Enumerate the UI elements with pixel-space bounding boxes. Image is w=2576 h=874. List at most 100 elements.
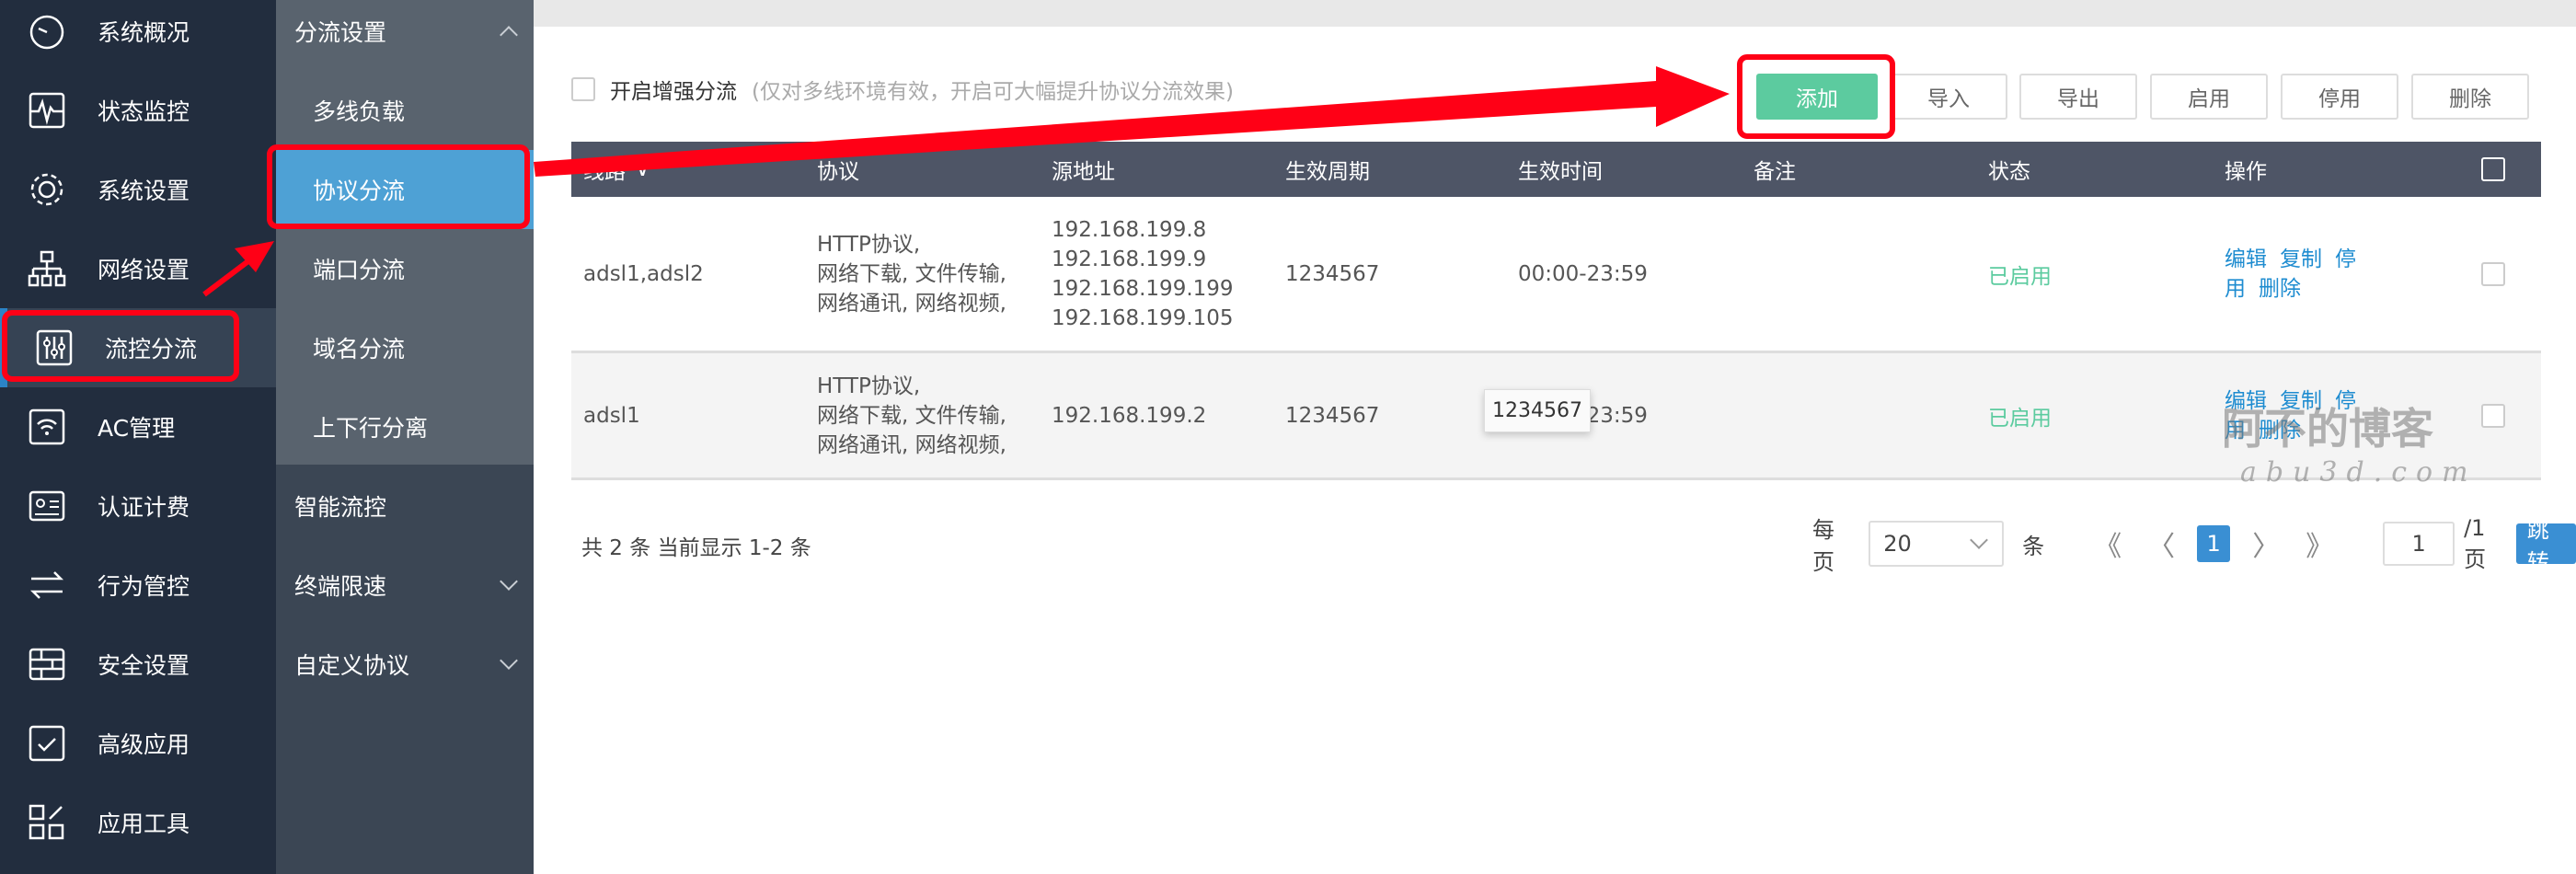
jump-button[interactable]: 跳转 (2515, 517, 2576, 575)
row-checkbox[interactable] (2481, 261, 2505, 286)
first-page-icon[interactable]: 《 (2094, 523, 2122, 564)
chevron-down-icon (500, 572, 518, 591)
disable-button[interactable]: 停用 (2281, 74, 2398, 120)
sidebar-item-1[interactable]: 状态监控 (0, 71, 276, 150)
chevron-down-icon: ∨ (635, 157, 650, 181)
enhance-label: 开启增强分流 (610, 80, 737, 104)
jump-page-input[interactable]: 1 (2383, 522, 2455, 566)
sidebar-item-9[interactable]: 高级应用 (0, 704, 276, 783)
column-header: 源地址 (1052, 160, 1115, 184)
sidebar-item-label: 应用工具 (98, 811, 190, 837)
speedometer-icon (28, 12, 66, 51)
gear-icon (28, 170, 66, 209)
cell-line: adsl1 (583, 403, 640, 428)
import-button[interactable]: 导入 (1890, 74, 2007, 120)
submenu-group-header[interactable]: 分流设置 (276, 0, 534, 71)
submenu-item-0[interactable]: 多线负载 (276, 71, 534, 150)
sidebar-item-3[interactable]: 网络设置 (0, 229, 276, 308)
row-checkbox-cell (2481, 197, 2505, 351)
sidebar-item-6[interactable]: 认证计费 (0, 466, 276, 546)
submenu-item-2[interactable]: 端口分流 (276, 229, 534, 308)
sidebar-item-label: 高级应用 (98, 731, 190, 758)
chevron-down-icon (500, 651, 518, 670)
row-checkbox-cell (2481, 353, 2505, 477)
submenu-label: 上下行分离 (313, 415, 429, 442)
per-page-select[interactable]: 20 (1869, 521, 2005, 567)
sliders-icon (35, 328, 74, 367)
enhance-toggle[interactable]: 开启增强分流 (仅对多线环境有效，开启可大幅提升协议分流效果) (571, 74, 1234, 105)
sidebar-item-4[interactable]: 流控分流 (0, 308, 276, 387)
column-header: 操作 (2225, 160, 2267, 184)
submenu-item-4[interactable]: 上下行分离 (276, 387, 534, 466)
column-header: 状态 (1988, 160, 2030, 184)
submenu-item-1[interactable]: 协议分流 (276, 150, 534, 229)
column-header: 备注 (1754, 160, 1796, 184)
id-card-icon (28, 487, 66, 525)
sidebar-item-label: 状态监控 (98, 98, 190, 125)
submenu-other-1[interactable]: 终端限速 (276, 546, 534, 625)
sidebar-item-0[interactable]: 系统概况 (0, 0, 276, 71)
per-page-value: 20 (1883, 531, 1912, 557)
tooltip: 1234567 (1484, 389, 1591, 432)
status-badge: 已启用 (1988, 406, 2052, 431)
submenu-label: 自定义协议 (294, 652, 410, 679)
cell-period: 1234567 (1285, 261, 1380, 286)
sidebar-item-2[interactable]: 系统设置 (0, 150, 276, 229)
enable-button[interactable]: 启用 (2150, 74, 2268, 120)
op-link-3[interactable]: 删除 (2259, 277, 2301, 301)
pulse-monitor-icon (28, 91, 66, 130)
sidebar-item-label: AC管理 (98, 415, 176, 442)
cell-ops: 编辑 复制 停用 删除 (2225, 197, 2381, 351)
firewall-icon (28, 645, 66, 684)
last-page-icon[interactable]: 》 (2306, 523, 2333, 564)
op-link-1[interactable]: 复制 (2280, 247, 2322, 271)
cell-protocol: HTTP协议, 网络下载, 文件传输, 网络通讯, 网络视频, (817, 374, 1006, 457)
select-all-checkbox[interactable] (2481, 157, 2505, 181)
submenu-label: 分流设置 (294, 19, 387, 46)
chevron-down-icon (1970, 531, 1989, 549)
sidebar-item-10[interactable]: 应用工具 (0, 783, 276, 862)
column-header: 生效周期 (1285, 160, 1370, 184)
arrows-exchange-icon (28, 566, 66, 604)
cell-source: 192.168.199.2 (1052, 403, 1207, 428)
next-page-icon[interactable]: 〉 (2252, 523, 2280, 564)
page-current[interactable]: 1 (2197, 525, 2231, 562)
submenu-label: 智能流控 (294, 494, 387, 521)
cell-line: adsl1,adsl2 (583, 261, 704, 286)
submenu-label: 域名分流 (313, 336, 406, 362)
column-header[interactable]: 线路 ∨ (583, 142, 650, 197)
prev-page-icon[interactable]: 〈 (2147, 523, 2175, 564)
submenu-label: 多线负载 (313, 98, 406, 125)
enhance-checkbox[interactable] (571, 77, 595, 101)
add-button[interactable]: 添加 (1756, 74, 1878, 120)
sidebar-item-5[interactable]: AC管理 (0, 387, 276, 466)
table-header: 线路 ∨ 协议 源地址 生效周期 生效时间 备注 状态 操作 (571, 142, 2541, 197)
record-count: 共 2 条 当前显示 1-2 条 (581, 536, 811, 560)
submenu-panel: 分流设置多线负载协议分流端口分流域名分流上下行分离智能流控终端限速自定义协议 (276, 0, 534, 874)
sidebar-item-label: 网络设置 (98, 257, 190, 283)
per-page-label: 每页 (1812, 517, 1834, 575)
cell-period: 1234567 (1285, 403, 1380, 428)
submenu-other-2[interactable]: 自定义协议 (276, 625, 534, 704)
sidebar-item-8[interactable]: 安全设置 (0, 625, 276, 704)
wifi-icon (28, 408, 66, 446)
per-page-unit: 条 (2022, 533, 2045, 559)
submenu-other-0[interactable]: 智能流控 (276, 466, 534, 546)
submenu-label: 协议分流 (313, 178, 406, 204)
op-link-0[interactable]: 编辑 (2225, 247, 2267, 271)
submenu-item-3[interactable]: 域名分流 (276, 308, 534, 387)
export-button[interactable]: 导出 (2019, 74, 2137, 120)
column-header: 协议 (817, 160, 859, 184)
top-bar (534, 0, 2576, 27)
sidebar-item-7[interactable]: 行为管控 (0, 546, 276, 625)
delete-button[interactable]: 删除 (2411, 74, 2529, 120)
sidebar-item-label: 认证计费 (98, 494, 190, 521)
sidebar-item-label: 系统概况 (98, 19, 190, 46)
sidebar-item-label: 流控分流 (105, 336, 198, 362)
chevron-up-icon (500, 26, 518, 44)
total-pages: /1页 (2464, 514, 2487, 572)
checklist-icon (28, 724, 66, 763)
table-row: adsl1,adsl2 HTTP协议, 网络下载, 文件传输, 网络通讯, 网络视频… (571, 197, 2541, 353)
pagination: 每页 20 条 《 〈 1 〉 》 1 /1页 跳转 (1812, 515, 2576, 575)
row-checkbox[interactable] (2481, 403, 2505, 428)
